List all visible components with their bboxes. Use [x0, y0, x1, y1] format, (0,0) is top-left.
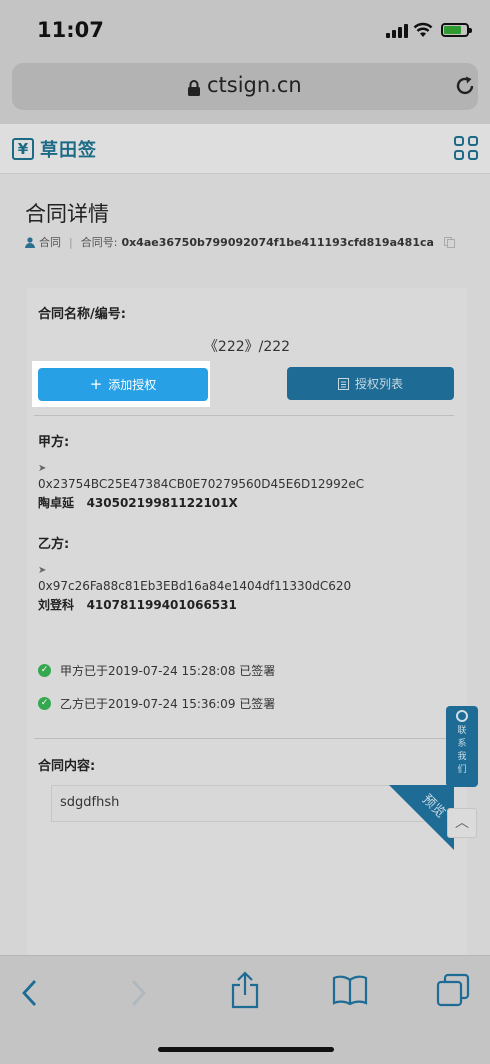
- content-label: 合同内容:: [38, 759, 96, 774]
- divider: [34, 415, 454, 416]
- party-b-label: 乙方:: [38, 537, 70, 552]
- auth-list-button[interactable]: 授权列表: [287, 367, 454, 400]
- page-title: 合同详情: [25, 202, 109, 226]
- signature-text: 甲方已于2019-07-24 15:28:08 已签署: [60, 664, 276, 678]
- party-a-id: 43050219981122101X: [86, 496, 238, 510]
- wifi-icon: [413, 22, 433, 37]
- main-content: 合同详情 合同 | 合同号: 0x4ae36750b799092074f1be4…: [0, 175, 490, 958]
- back-to-top-button[interactable]: ︿: [447, 808, 477, 838]
- divider: [34, 738, 454, 739]
- preview-ribbon[interactable]: 预览: [389, 785, 454, 850]
- contract-no-label: 合同号:: [80, 236, 118, 249]
- site-logo[interactable]: ¥ 草田签: [12, 136, 97, 162]
- tabs-icon[interactable]: [436, 973, 470, 1007]
- forward-icon[interactable]: [130, 978, 148, 1008]
- party-a-label: 甲方:: [38, 435, 70, 450]
- browser-url-area: ctsign.cn: [0, 60, 490, 124]
- headset-icon: [456, 710, 468, 722]
- signature-status: ✓ 乙方已于2019-07-24 15:36:09 已签署: [38, 695, 275, 712]
- auth-list-label: 授权列表: [354, 377, 403, 391]
- add-auth-label: 添加授权: [108, 378, 157, 392]
- list-icon: [337, 377, 349, 390]
- battery-icon: [441, 23, 472, 37]
- grid-menu-icon[interactable]: [454, 136, 479, 161]
- party-b-address: 0x97c26Fa88c81Eb3EBd16a84e1404df11330dC6…: [38, 579, 352, 593]
- signature-text: 乙方已于2019-07-24 15:36:09 已签署: [60, 697, 276, 711]
- party-b-info: 刘登科 410781199401066531: [38, 596, 237, 613]
- contract-meta: 合同 | 合同号: 0x4ae36750b799092074f1be411193…: [25, 234, 455, 250]
- reload-icon[interactable]: [454, 75, 476, 97]
- contact-us-float-button[interactable]: 联系我们: [446, 706, 478, 787]
- bookmarks-icon[interactable]: [332, 974, 368, 1006]
- lock-icon: [188, 80, 200, 96]
- url-text: ctsign.cn: [207, 73, 302, 97]
- party-b-name: 刘登科: [38, 598, 75, 612]
- contract-name-label: 合同名称/编号:: [38, 307, 126, 322]
- signal-icon: [386, 24, 408, 38]
- contract-hash: 0x4ae36750b799092074f1be411193cfd819a481…: [121, 235, 434, 249]
- check-icon: ✓: [38, 664, 51, 677]
- share-icon[interactable]: [229, 971, 261, 1009]
- add-auth-button[interactable]: + 添加授权: [38, 368, 208, 401]
- status-bar: 11:07: [0, 0, 490, 60]
- plus-icon: +: [89, 375, 103, 393]
- contact-label: 联系我们: [457, 726, 467, 775]
- party-a-name: 陶卓延: [38, 496, 75, 510]
- chevron-up-icon: ︿: [455, 815, 469, 831]
- site-header: ¥ 草田签: [0, 124, 490, 174]
- party-b-id: 410781199401066531: [86, 598, 237, 612]
- party-a-address: 0x23754BC25E47384CB0E70279560D45E6D12992…: [38, 477, 365, 491]
- contract-content-text: sdgdfhsh: [60, 795, 120, 810]
- party-a-info: 陶卓延 43050219981122101X: [38, 494, 238, 511]
- signature-status: ✓ 甲方已于2019-07-24 15:28:08 已签署: [38, 662, 275, 679]
- contract-name: 《222》/222: [203, 339, 291, 355]
- address-bar[interactable]: ctsign.cn: [12, 63, 478, 110]
- check-icon: ✓: [38, 697, 51, 710]
- user-icon: [25, 236, 35, 248]
- send-arrow-icon: ➤: [38, 463, 47, 474]
- meta-separator: |: [69, 235, 73, 249]
- copy-icon[interactable]: [443, 236, 455, 248]
- owner-label: 合同: [39, 236, 61, 249]
- back-icon[interactable]: [20, 978, 38, 1008]
- logo-text: 草田签: [40, 140, 97, 161]
- send-arrow-icon: ➤: [38, 565, 47, 576]
- home-indicator: [158, 1047, 334, 1052]
- status-time: 11:07: [37, 18, 104, 42]
- logo-mark-icon: ¥: [12, 138, 34, 160]
